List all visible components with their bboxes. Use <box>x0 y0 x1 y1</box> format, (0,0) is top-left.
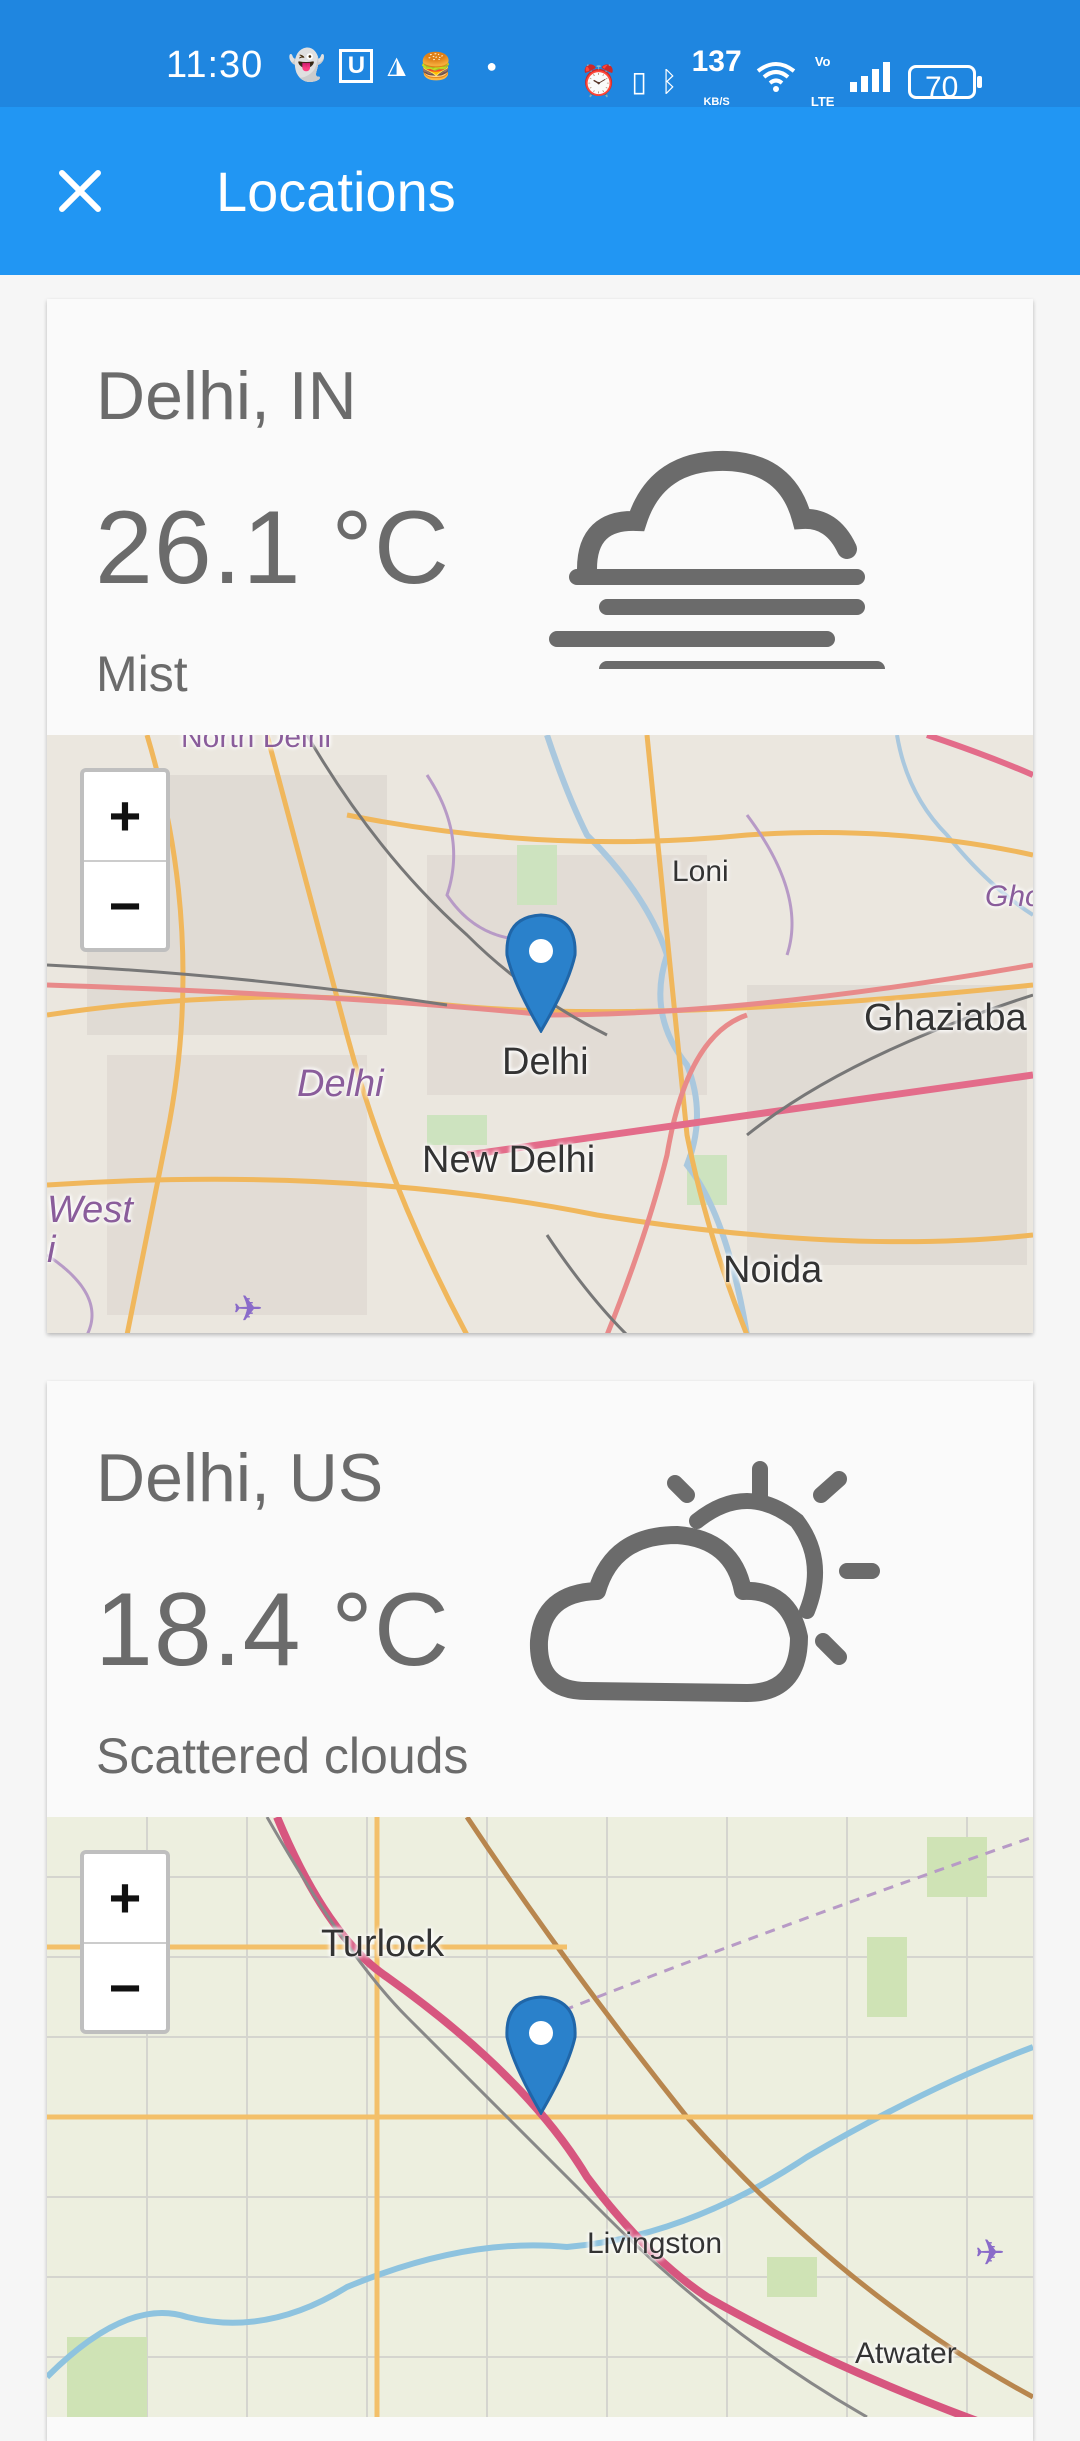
map-label-livingston: Livingston <box>587 2227 723 2260</box>
map-label-loni: Loni <box>672 855 729 888</box>
location-card-delhi-in[interactable]: Delhi, IN 26.1 °C Mist ✈ North Delhi Lon… <box>47 299 1033 1333</box>
temperature: 18.4 °C <box>95 1572 451 1688</box>
weather-description: Scattered clouds <box>96 1728 469 1784</box>
partly-cloudy-icon <box>527 1461 907 1721</box>
zoom-control: + − <box>80 1850 170 2034</box>
zoom-in-button[interactable]: + <box>84 772 166 860</box>
zoom-control: + − <box>80 768 170 952</box>
zoom-out-button[interactable]: − <box>84 860 166 950</box>
app-bar: Locations <box>0 107 1080 275</box>
city-name: Delhi, IN <box>96 358 357 434</box>
city-name: Delhi, US <box>96 1440 384 1516</box>
network-speed-value: 137 <box>691 45 742 78</box>
battery-level: 70 <box>924 71 959 104</box>
vibrate-icon: ▯ <box>631 66 647 97</box>
map-label-delhi-district: Delhi <box>297 1063 384 1105</box>
zoom-out-button[interactable]: − <box>84 1942 166 2032</box>
page-title: Locations <box>216 160 456 223</box>
map-label-atwater: Atwater <box>855 2337 957 2370</box>
map-view[interactable]: ✈ Turlock Livingston Atwater + − <box>47 1817 1033 2417</box>
close-icon[interactable] <box>52 163 108 219</box>
map-label-ghaziabad: Ghaziaba <box>864 997 1027 1039</box>
signal-icon <box>849 61 894 103</box>
location-card-delhi-us[interactable]: Delhi, US 18.4 °C Scattered clouds ✈ Tur… <box>47 1381 1033 2441</box>
map-label-turlock: Turlock <box>321 1923 445 1965</box>
svg-text:✈: ✈ <box>233 1288 263 1329</box>
temperature: 26.1 °C <box>95 490 451 606</box>
map-view[interactable]: ✈ North Delhi Loni Gho Ghaziaba Delhi De… <box>47 735 1033 1333</box>
status-bar: 11:30 👻 U ◮ 🍔 ● ⏰ ▯ ᛒ 137 KB/S Vo LTE 70 <box>0 0 1080 109</box>
svg-text:✈: ✈ <box>975 2232 1005 2273</box>
weather-description: Mist <box>96 646 188 702</box>
cast-icon: ◮ <box>387 52 406 79</box>
map-label-west: West <box>47 1189 133 1231</box>
burger-icon: 🍔 <box>419 51 453 81</box>
status-time: 11:30 <box>166 44 264 86</box>
u-app-icon: U <box>339 49 374 83</box>
zoom-in-button[interactable]: + <box>84 1854 166 1942</box>
map-label-i: i <box>47 1229 56 1271</box>
dot-icon: ● <box>486 56 498 76</box>
map-label-new-delhi: New Delhi <box>422 1139 596 1181</box>
alarm-icon: ⏰ <box>580 65 618 98</box>
location-marker[interactable] <box>503 913 579 1033</box>
notification-icons: 👻 U ◮ 🍔 ● <box>288 46 497 86</box>
map-tiles: ✈ <box>47 1817 1033 2417</box>
mist-icon <box>547 449 887 677</box>
map-label-gho: Gho <box>985 880 1033 913</box>
wifi-icon <box>756 61 796 104</box>
map-label-north-delhi: North Delhi <box>181 735 332 754</box>
battery-icon: 70 <box>907 65 982 104</box>
snapchat-icon: 👻 <box>288 49 326 82</box>
map-label-noida: Noida <box>723 1249 823 1291</box>
bluetooth-icon: ᛒ <box>660 66 678 97</box>
map-label-delhi: Delhi <box>502 1041 589 1083</box>
location-marker[interactable] <box>503 1995 579 2115</box>
